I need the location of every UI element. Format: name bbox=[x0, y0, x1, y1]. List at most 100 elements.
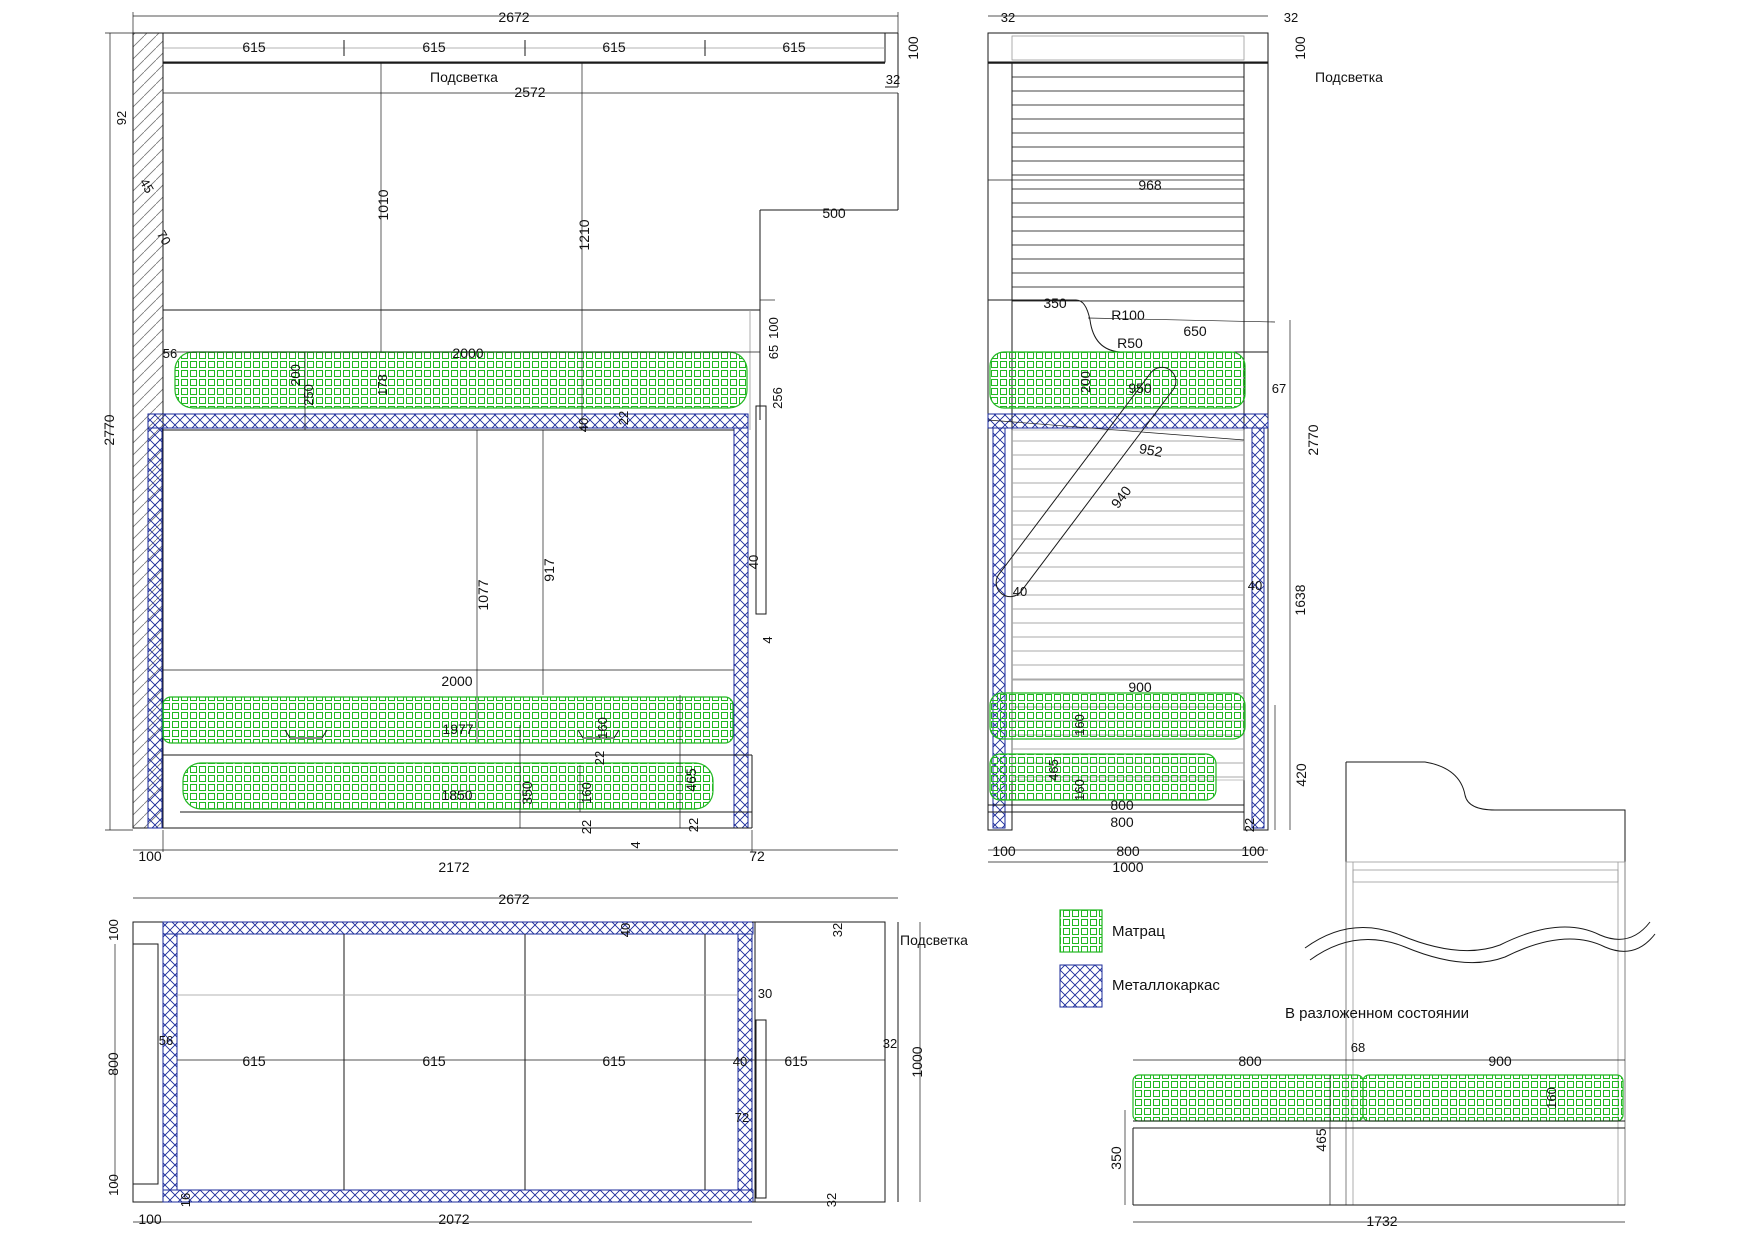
dim-160: 160 bbox=[595, 717, 610, 739]
dim-65: 65 bbox=[766, 345, 781, 359]
dim-1077: 1077 bbox=[475, 579, 491, 610]
dim-1850: 1850 bbox=[441, 787, 472, 803]
dim-160: 160 bbox=[1072, 779, 1087, 801]
backlight-label: Подсветка bbox=[430, 69, 498, 85]
dim-200: 200 bbox=[1078, 371, 1093, 393]
drawing-sheet: 2672 615 615 615 615 100 32 Подсветка 25… bbox=[0, 0, 1755, 1241]
dim-1977: 1977 bbox=[442, 721, 473, 737]
dim-615: 615 bbox=[782, 39, 806, 55]
dim-40: 40 bbox=[1248, 578, 1262, 593]
dim-R100: R100 bbox=[1111, 307, 1145, 323]
dim-100: 100 bbox=[138, 1211, 162, 1227]
dim-615: 615 bbox=[242, 39, 266, 55]
dim-22: 22 bbox=[1242, 818, 1257, 832]
legend bbox=[1059, 909, 1103, 1008]
dim-100: 100 bbox=[766, 317, 781, 339]
backlight-label: Подсветка bbox=[900, 932, 968, 948]
dim-1010: 1010 bbox=[375, 189, 391, 220]
dim-100: 100 bbox=[905, 36, 921, 60]
dim-100: 100 bbox=[138, 848, 162, 864]
dim-465: 465 bbox=[1046, 759, 1061, 781]
dim-2000: 2000 bbox=[441, 673, 472, 689]
technical-drawing: 2672 615 615 615 615 100 32 Подсветка 25… bbox=[101, 9, 1656, 1229]
dim-2072: 2072 bbox=[438, 1211, 469, 1227]
dim-32: 32 bbox=[883, 1036, 897, 1051]
dim-800: 800 bbox=[1238, 1053, 1262, 1069]
dim-900: 900 bbox=[1488, 1053, 1512, 1069]
dim-40: 40 bbox=[576, 418, 591, 432]
dim-160: 160 bbox=[1072, 714, 1087, 736]
dim-R50: R50 bbox=[1117, 335, 1143, 351]
dim-160: 160 bbox=[1544, 1087, 1559, 1109]
dim-32: 32 bbox=[830, 923, 845, 937]
legend-frame-label: Металлокаркас bbox=[1112, 977, 1220, 994]
dim-250: 250 bbox=[301, 384, 316, 406]
dim-2770: 2770 bbox=[1305, 424, 1321, 455]
unfolded-title: В разложенном состоянии bbox=[1285, 1005, 1469, 1022]
dim-56: 56 bbox=[159, 1033, 173, 1048]
dim-615: 615 bbox=[242, 1053, 266, 1069]
dim-100: 100 bbox=[1292, 36, 1308, 60]
dim-40: 40 bbox=[746, 555, 761, 569]
dim-92: 92 bbox=[114, 111, 129, 125]
side-view bbox=[987, 15, 1291, 863]
dim-2672: 2672 bbox=[498, 9, 529, 25]
dim-350: 350 bbox=[519, 781, 535, 805]
dim-160: 160 bbox=[579, 782, 594, 804]
backlight-label: Подсветка bbox=[1315, 69, 1383, 85]
dim-420: 420 bbox=[1293, 763, 1309, 787]
dim-30: 30 bbox=[758, 986, 772, 1001]
dim-465: 465 bbox=[1313, 1128, 1329, 1152]
dim-200: 200 bbox=[288, 364, 303, 386]
dim-950: 950 bbox=[1128, 380, 1152, 396]
dim-615: 615 bbox=[602, 1053, 626, 1069]
dim-615: 615 bbox=[784, 1053, 808, 1069]
dim-615: 615 bbox=[602, 39, 626, 55]
dim-4: 4 bbox=[760, 636, 775, 643]
dim-40: 40 bbox=[733, 1054, 747, 1069]
dim-615: 615 bbox=[422, 1053, 446, 1069]
dim-4: 4 bbox=[628, 841, 643, 848]
dim-72: 72 bbox=[749, 848, 765, 864]
dim-256: 256 bbox=[770, 387, 785, 409]
dim-22: 22 bbox=[592, 751, 607, 765]
dim-32: 32 bbox=[886, 72, 900, 87]
dim-16: 16 bbox=[178, 1193, 193, 1207]
dim-1000: 1000 bbox=[1112, 859, 1143, 875]
dim-900: 900 bbox=[1128, 679, 1152, 695]
dim-615: 615 bbox=[422, 39, 446, 55]
dim-72: 72 bbox=[735, 1110, 749, 1125]
dim-32: 32 bbox=[1284, 10, 1298, 25]
dim-22: 22 bbox=[579, 820, 594, 834]
dim-500: 500 bbox=[822, 205, 846, 221]
dim-2672: 2672 bbox=[498, 891, 529, 907]
dimension-labels: 2672 615 615 615 615 100 32 Подсветка 25… bbox=[101, 9, 1559, 1229]
dim-968: 968 bbox=[1138, 177, 1162, 193]
dim-800: 800 bbox=[105, 1052, 121, 1076]
dim-40: 40 bbox=[618, 923, 633, 937]
dim-32: 32 bbox=[824, 1193, 839, 1207]
front-view bbox=[105, 12, 899, 852]
dim-178: 178 bbox=[375, 374, 390, 396]
dim-1210: 1210 bbox=[576, 219, 592, 250]
dim-350: 350 bbox=[1108, 1146, 1124, 1170]
dim-2000: 2000 bbox=[452, 345, 483, 361]
dim-1732: 1732 bbox=[1366, 1213, 1397, 1229]
dim-1000: 1000 bbox=[909, 1046, 925, 1077]
dim-800: 800 bbox=[1110, 814, 1134, 830]
dim-2572: 2572 bbox=[514, 84, 545, 100]
dim-800: 800 bbox=[1116, 843, 1140, 859]
dim-100: 100 bbox=[992, 843, 1016, 859]
dim-100: 100 bbox=[1241, 843, 1265, 859]
dim-22: 22 bbox=[616, 411, 631, 425]
dim-2770: 2770 bbox=[101, 414, 117, 445]
dim-56: 56 bbox=[163, 346, 177, 361]
dim-1638: 1638 bbox=[1292, 584, 1308, 615]
dim-40: 40 bbox=[1013, 584, 1027, 599]
dim-800: 800 bbox=[1110, 797, 1134, 813]
dim-917: 917 bbox=[541, 558, 557, 582]
dim-67: 67 bbox=[1272, 381, 1286, 396]
dim-465: 465 bbox=[683, 768, 699, 792]
dim-100: 100 bbox=[106, 919, 121, 941]
dim-100: 100 bbox=[106, 1174, 121, 1196]
